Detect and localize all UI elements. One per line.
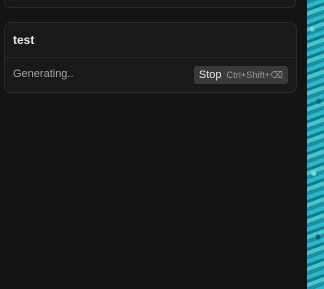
stop-shortcut-hint: Ctrl+Shift+⌫ xyxy=(226,69,283,80)
previous-message-card xyxy=(4,0,296,8)
message-card: test Generating.. Stop Ctrl+Shift+⌫ xyxy=(4,22,297,93)
stop-button[interactable]: Stop Ctrl+Shift+⌫ xyxy=(193,66,288,84)
app-window: test Generating.. Stop Ctrl+Shift+⌫ xyxy=(0,0,324,289)
message-title: test xyxy=(13,33,35,47)
stop-button-label: Stop xyxy=(198,69,222,81)
generating-status: Generating.. xyxy=(13,68,74,80)
card-divider xyxy=(5,57,296,58)
chat-panel: test Generating.. Stop Ctrl+Shift+⌫ xyxy=(0,0,307,289)
desktop-wallpaper xyxy=(307,0,324,289)
